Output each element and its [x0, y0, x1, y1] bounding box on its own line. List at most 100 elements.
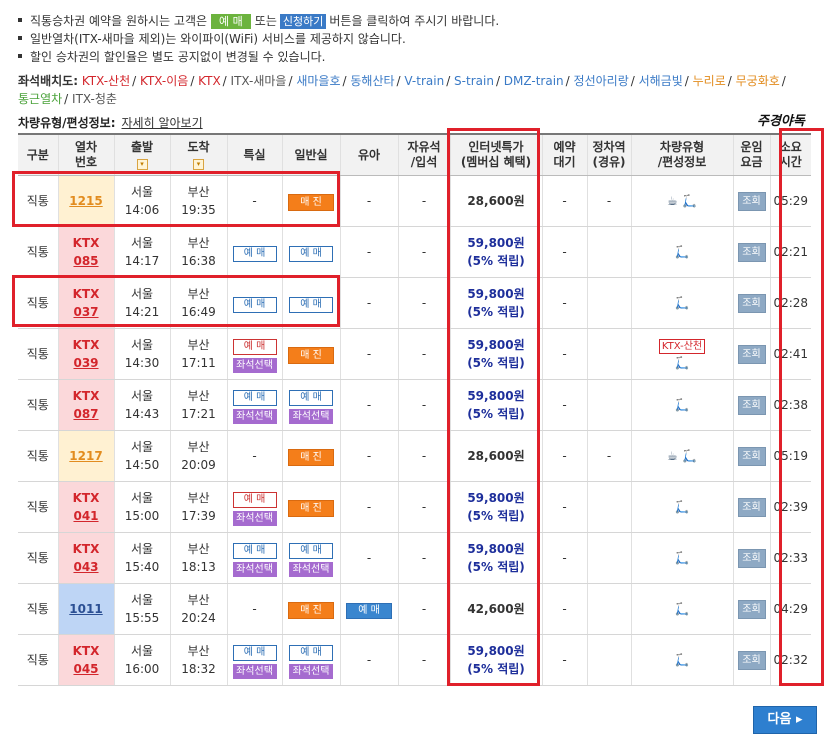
train-type-text: 직통: [26, 398, 49, 412]
seat-layout-link[interactable]: KTX-산천: [82, 74, 130, 88]
sort-icon[interactable]: ▾: [193, 159, 204, 170]
sample-apply-chip: 신청하기: [279, 14, 327, 29]
dash-text: -: [366, 347, 372, 361]
arrive-station: 부산: [187, 338, 210, 352]
train-number-link[interactable]: 1011: [69, 602, 102, 616]
special-buy-button[interactable]: 예 매: [232, 542, 277, 559]
cell-stopover: [586, 634, 631, 686]
cell-special: 예 매좌석선택: [226, 634, 282, 686]
cell-general: 예 매좌석선택: [281, 532, 340, 584]
seat-select-button[interactable]: 좌석선택: [289, 663, 333, 679]
general-buy-button[interactable]: 예 매: [289, 644, 333, 661]
seat-layout-link[interactable]: ITX-새마을: [231, 74, 287, 88]
fare-lookup-button[interactable]: 조회: [737, 192, 766, 211]
dash-text: -: [562, 551, 567, 565]
train-number-link[interactable]: 087: [73, 407, 98, 421]
special-buy-button[interactable]: 예 매: [232, 644, 277, 661]
fare-lookup-button[interactable]: 조회: [737, 396, 766, 415]
cell-standing: -: [397, 379, 450, 431]
cell-reserve: -: [541, 634, 587, 686]
next-button[interactable]: 다음 ▸: [753, 706, 817, 734]
general-buy-button[interactable]: 예 매: [289, 542, 333, 559]
sold-out-button[interactable]: 매 진: [288, 601, 334, 619]
cell-fare: 조회: [732, 634, 770, 686]
train-number-link[interactable]: 041: [73, 509, 98, 523]
dash-text: -: [562, 194, 567, 208]
cell-reserve: -: [541, 328, 587, 380]
seat-select-button[interactable]: 좌석선택: [232, 357, 277, 373]
sort-icon[interactable]: ▾: [136, 159, 148, 170]
col-arrive[interactable]: 도착 ▾: [169, 133, 227, 176]
seat-layout-link[interactable]: KTX: [198, 74, 221, 88]
seat-select-button[interactable]: 좌석선택: [232, 510, 277, 526]
fare-lookup-button[interactable]: 조회: [737, 243, 766, 262]
seat-layout-link[interactable]: KTX-이음: [140, 74, 188, 88]
car-type-tag[interactable]: KTX-산천: [658, 339, 706, 354]
seat-select-button[interactable]: 좌석선택: [289, 561, 333, 577]
fare-lookup-button[interactable]: 조회: [737, 345, 766, 364]
special-buy-button[interactable]: 예 매: [232, 389, 277, 406]
cell-reserve: -: [541, 532, 587, 584]
seat-select-button[interactable]: 좌석선택: [232, 408, 277, 424]
depart-time: 15:55: [124, 611, 160, 625]
highlight-box-internet-price: [447, 128, 540, 686]
sold-out-button[interactable]: 매 진: [288, 346, 334, 364]
seat-select-button[interactable]: 좌석선택: [232, 663, 277, 679]
dash-text: -: [366, 398, 372, 412]
fare-lookup-button[interactable]: 조회: [737, 294, 766, 313]
train-number-link[interactable]: 085: [73, 254, 98, 268]
highlight-box-row-1215: [12, 171, 340, 227]
fare-lookup-button[interactable]: 조회: [737, 498, 766, 517]
col-type: 구분: [18, 133, 58, 176]
col-depart[interactable]: 출발 ▾: [113, 133, 170, 176]
arrive-time: 17:39: [181, 509, 216, 523]
seat-layout-link[interactable]: 통근열차: [18, 92, 62, 106]
cell-depart: 서울 14:30: [113, 328, 170, 380]
seat-layout-link[interactable]: ITX-청춘: [72, 92, 117, 106]
arrive-time: 20:24: [181, 611, 216, 625]
cell-car-type: ☕ 🛴: [630, 430, 733, 482]
train-brand: KTX: [72, 491, 100, 505]
fare-lookup-button[interactable]: 조회: [737, 447, 766, 466]
train-type-text: 직통: [26, 347, 49, 361]
infant-buy-button[interactable]: 예 매: [346, 602, 392, 619]
car-info-link[interactable]: 자세히 알아보기: [122, 116, 203, 130]
seat-select-button[interactable]: 좌석선택: [232, 561, 277, 577]
special-buy-button[interactable]: 예 매: [232, 491, 277, 508]
train-number-link[interactable]: 039: [73, 356, 98, 370]
cell-car-type: ☕ 🛴: [630, 175, 733, 227]
cell-train-no: KTX 041: [57, 481, 114, 533]
fare-lookup-button[interactable]: 조회: [737, 651, 766, 670]
seat-layout-link[interactable]: 누리로: [693, 74, 726, 88]
general-buy-button[interactable]: 예 매: [289, 245, 333, 262]
special-buy-button[interactable]: 예 매: [232, 245, 277, 262]
cell-special: 예 매좌석선택: [226, 532, 282, 584]
cell-type: 직통: [18, 532, 58, 584]
fare-lookup-button[interactable]: 조회: [737, 549, 766, 568]
cell-reserve: -: [541, 481, 587, 533]
depart-station: 서울: [130, 542, 154, 556]
seat-select-button[interactable]: 좌석선택: [289, 408, 333, 424]
general-buy-button[interactable]: 예 매: [289, 389, 333, 406]
seat-layout-link[interactable]: 새마을호: [296, 74, 340, 88]
seat-layout-link[interactable]: 정선아리랑: [574, 74, 629, 88]
special-buy-button[interactable]: 예 매: [232, 338, 277, 355]
cell-infant: -: [339, 277, 398, 329]
train-number-link[interactable]: 045: [73, 662, 98, 676]
seat-layout-link[interactable]: S-train: [454, 74, 494, 88]
seat-layout-link[interactable]: 무궁화호: [736, 74, 780, 88]
seat-layout-link[interactable]: V-train: [404, 74, 444, 88]
train-number-link[interactable]: 043: [73, 560, 98, 574]
cell-standing: -: [397, 583, 450, 635]
seat-layout-link[interactable]: 서해금빛: [639, 74, 683, 88]
seat-layout-link[interactable]: 동해산타: [350, 74, 394, 88]
depart-station: 서울: [130, 389, 154, 403]
arrive-time: 18:13: [181, 560, 216, 574]
arrive-station: 부산: [187, 542, 210, 556]
seat-layout-link[interactable]: DMZ-train: [504, 74, 564, 88]
sold-out-button[interactable]: 매 진: [288, 499, 334, 517]
train-number-link[interactable]: 1217: [69, 449, 102, 463]
sold-out-button[interactable]: 매 진: [288, 448, 334, 466]
fare-lookup-button[interactable]: 조회: [737, 600, 766, 619]
arrive-time: 18:32: [181, 662, 216, 676]
